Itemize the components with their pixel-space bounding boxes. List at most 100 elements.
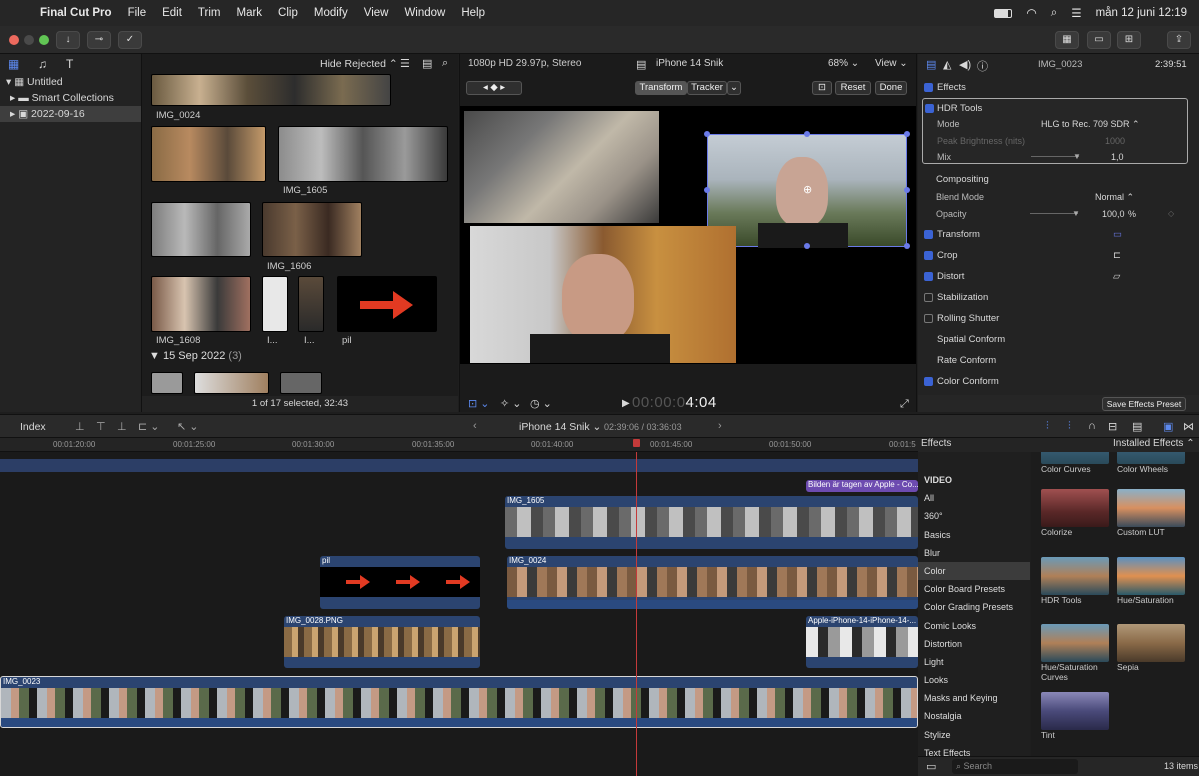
section-spatial-conform[interactable]: Spatial Conform	[918, 330, 1199, 350]
photos-audio-icon[interactable]: ♫	[38, 57, 47, 71]
menu-trim[interactable]: Trim	[198, 7, 221, 19]
category-item-selected[interactable]: Color	[918, 561, 1030, 581]
keyframe-nav-buttons[interactable]: ◂ ◆ ▸	[466, 81, 522, 95]
timeline[interactable]: Bilden är tagen av Apple - Co... IMG_160…	[0, 452, 918, 776]
menu-mark[interactable]: Mark	[236, 7, 262, 19]
menu-edit[interactable]: Edit	[162, 7, 182, 19]
libraries-icon[interactable]: ▦	[8, 57, 19, 71]
checkbox-transform[interactable]	[924, 230, 933, 239]
insert-clip-icon[interactable]: ⊤	[96, 420, 106, 433]
category-item[interactable]: Nostalgia	[918, 707, 1030, 725]
checkbox-effects[interactable]	[924, 83, 933, 92]
fullscreen-icon[interactable]: ⤢	[900, 398, 909, 411]
crop-onscreen-icon[interactable]: ⊏	[1113, 246, 1121, 266]
opacity-slider-thumb[interactable]: ▼	[1072, 209, 1080, 218]
share-icon[interactable]: ⇪	[1167, 31, 1191, 49]
checkbox-crop[interactable]	[924, 251, 933, 260]
battery-icon[interactable]	[994, 8, 1013, 18]
append-clip-icon[interactable]: ⊥	[117, 420, 127, 433]
installed-effects-menu[interactable]: Installed Effects ⌃	[1113, 438, 1195, 449]
effects-browser-icon[interactable]: ▣	[1163, 420, 1173, 433]
transform-tool-icon[interactable]: ⊡ ⌄	[468, 397, 490, 410]
audio-inspector-icon[interactable]: ◀)	[959, 58, 971, 71]
category-item[interactable]: Text Effects	[918, 744, 1030, 756]
zoom-window-icon[interactable]	[39, 35, 49, 45]
category-item[interactable]: Blur	[918, 544, 1030, 562]
effects-section[interactable]: Effects	[918, 78, 1199, 98]
title-clip[interactable]: Bilden är tagen av Apple - Co...	[806, 480, 918, 492]
clip-thumbnail[interactable]	[151, 74, 391, 106]
transitions-browser-icon[interactable]: ⋈	[1183, 420, 1194, 433]
effect-tile[interactable]: Color Wheels	[1117, 452, 1185, 474]
tracker-button[interactable]: Tracker	[687, 81, 727, 95]
category-item[interactable]: All	[918, 489, 1030, 507]
opacity-slider[interactable]	[1030, 213, 1078, 214]
clip-thumbnail[interactable]	[151, 372, 183, 394]
effect-tile[interactable]: Hue/Saturation Curves	[1041, 624, 1109, 682]
section-color-conform[interactable]: Color Conform	[918, 372, 1199, 392]
effect-tile[interactable]: Custom LUT	[1117, 489, 1185, 537]
playhead-marker[interactable]	[633, 439, 640, 447]
category-item[interactable]: Masks and Keying	[918, 689, 1030, 707]
timeline-clip-apple[interactable]: Apple-iPhone-14-iPhone-14-...	[806, 616, 918, 668]
timeline-clip-1605[interactable]: IMG_1605	[505, 496, 918, 549]
timeline-clip-0023[interactable]: IMG_0023	[0, 676, 918, 728]
section-rolling-shutter[interactable]: Rolling Shutter	[918, 309, 1199, 329]
titles-generators-icon[interactable]: T	[66, 57, 73, 71]
checkbox-rolling-shutter[interactable]	[924, 314, 933, 323]
clip-thumbnail[interactable]	[337, 276, 437, 332]
select-tool-icon[interactable]: ↖ ⌄	[177, 420, 199, 433]
aspect-icon[interactable]: ⊡	[812, 81, 832, 95]
clip-thumbnail[interactable]	[151, 202, 251, 257]
connect-clip-icon[interactable]: ⊥	[75, 420, 85, 433]
timeline-clip-pil[interactable]: pil	[320, 556, 480, 609]
effect-tile[interactable]: Sepia	[1117, 624, 1185, 672]
hide-rejected-menu[interactable]: Hide Rejected ⌃	[320, 58, 398, 70]
transform-handle[interactable]	[904, 187, 910, 193]
timeline-clip-png[interactable]: IMG_0028.PNG	[284, 616, 480, 668]
effect-tile[interactable]: Hue/Saturation	[1117, 557, 1185, 605]
main-talking-head-image[interactable]	[470, 226, 736, 363]
snapping-icon[interactable]: ⊟	[1108, 420, 1117, 433]
category-item[interactable]: Stylize	[918, 726, 1030, 744]
clip-appearance-icon[interactable]: ▤	[1132, 420, 1142, 433]
playhead-line[interactable]	[636, 452, 637, 776]
audio-skimming-icon[interactable]: ⫶	[1068, 420, 1071, 433]
menu-app-name[interactable]: Final Cut Pro	[40, 7, 112, 19]
clip-appearance-icon[interactable]: ☰	[400, 57, 410, 70]
enhance-icon[interactable]: ✧ ⌄	[500, 397, 522, 410]
effect-tile[interactable]: Tint	[1041, 692, 1109, 740]
menu-window[interactable]: Window	[404, 7, 445, 19]
effect-tile[interactable]: HDR Tools	[1041, 557, 1109, 605]
clip-thumbnail[interactable]	[280, 372, 322, 394]
category-item[interactable]: Distortion	[918, 635, 1030, 653]
project-menu[interactable]: iPhone 14 Snik ⌄	[519, 421, 601, 433]
sidebar-toggle-icon[interactable]: ▭	[926, 760, 936, 773]
checkbox-hdr-tools[interactable]	[925, 104, 934, 113]
import-icon[interactable]: ↓	[56, 31, 80, 49]
library-root[interactable]: ▾ ▦ Untitled	[0, 74, 141, 90]
sidebar-item-event[interactable]: ▸ ▣ 2022-09-16	[0, 106, 141, 122]
timeline-layout-icon[interactable]: ▭	[1087, 31, 1111, 49]
clip-thumbnail[interactable]	[262, 202, 362, 257]
transform-center-icon[interactable]: ⊕	[803, 183, 812, 196]
clip-thumbnail[interactable]	[298, 276, 324, 332]
zoom-menu[interactable]: 68% ⌄	[828, 58, 859, 69]
filmstrip-icon[interactable]: ▤	[422, 57, 432, 70]
section-stabilization[interactable]: Stabilization	[918, 288, 1199, 308]
transform-handle[interactable]	[804, 243, 810, 249]
menu-modify[interactable]: Modify	[314, 7, 348, 19]
viewer-canvas[interactable]: ⊕	[460, 106, 916, 364]
transform-handle[interactable]	[704, 187, 710, 193]
clip-thumbnail[interactable]	[194, 372, 269, 394]
mix-slider[interactable]	[1031, 156, 1079, 157]
control-center-icon[interactable]: ☰	[1071, 6, 1081, 20]
hdr-tools-header[interactable]: HDR Tools	[923, 99, 1187, 119]
sidebar-item-smart-collections[interactable]: ▸ ▬ Smart Collections	[0, 90, 141, 106]
video-inspector-icon[interactable]: ▤	[926, 58, 936, 71]
category-item[interactable]: Looks	[918, 671, 1030, 689]
pip-phone-image[interactable]	[464, 111, 659, 223]
browser-layout-icon[interactable]: ▦	[1055, 31, 1079, 49]
distort-onscreen-icon[interactable]: ▱	[1113, 267, 1120, 287]
section-transform[interactable]: Transform ▭	[918, 225, 1199, 245]
